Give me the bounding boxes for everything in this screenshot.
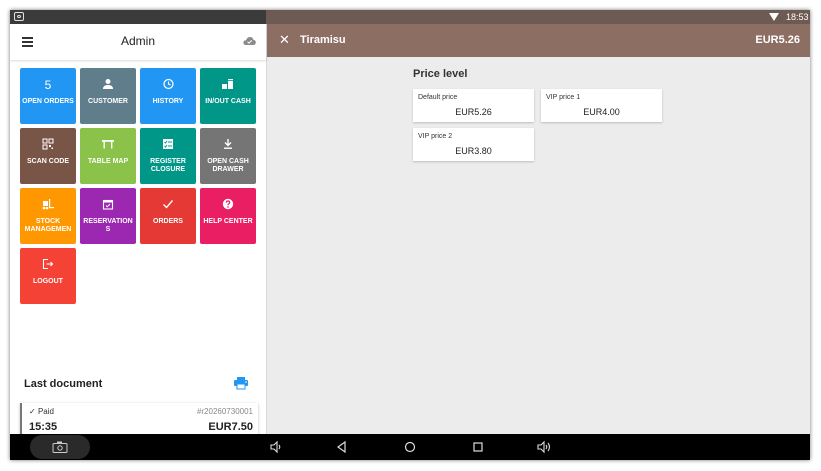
tile-customer[interactable]: CUSTOMER [80,68,136,124]
tile-reservations[interactable]: RESERVATION S [80,188,136,244]
tile-open-orders[interactable]: 5 OPEN ORDERS [20,68,76,124]
qr-code-icon [20,138,76,152]
product-price: EUR5.26 [755,34,800,46]
help-icon [200,198,256,212]
tile-in-out-cash[interactable]: IN/OUT CASH [200,68,256,124]
close-icon[interactable]: ✕ [279,33,290,46]
document-time: 15:35 [29,421,58,433]
person-icon [80,78,136,92]
product-header: ✕ Tiramisu EUR5.26 [267,24,810,57]
product-name: Tiramisu [300,34,346,46]
tile-open-cash-drawer[interactable]: OPEN CASH DRAWER [200,128,256,184]
status-time: 18:53 [786,12,809,22]
device-screen: 18:53 Admin 5 OPEN ORDERS CUSTOMER HISTO… [10,10,810,460]
tile-stock-management[interactable]: STOCK MANAGEMEN [20,188,76,244]
calendar-icon [80,198,136,212]
price-option-vip-1[interactable]: VIP price 1 EUR4.00 [541,89,662,122]
tile-help-center[interactable]: HELP CENTER [200,188,256,244]
document-status: ✓ Paid [29,407,54,416]
download-icon [200,138,256,152]
document-total: EUR7.50 [208,421,253,433]
tile-label: IN/OUT CASH [205,98,251,105]
price-level-heading: Price level [413,68,468,80]
price-option-vip-2[interactable]: VIP price 2 EUR3.80 [413,128,534,161]
left-panel: Admin 5 OPEN ORDERS CUSTOMER HISTORY IN/… [10,24,267,441]
table-icon [80,138,136,152]
volume-down-icon[interactable] [268,439,284,455]
check-icon [140,198,196,212]
tile-table-map[interactable]: TABLE MAP [80,128,136,184]
open-orders-count: 5 [44,78,52,92]
cash-icon [200,78,256,92]
tile-label: TABLE MAP [87,158,129,165]
checklist-icon [140,138,196,152]
app-notification-icon [14,12,24,21]
tile-label: LOGOUT [33,278,63,285]
tile-label: REGISTER CLOSURE [150,158,186,173]
price-option-label: VIP price 2 [418,133,453,140]
tile-label: HISTORY [152,98,184,105]
camera-icon [52,441,68,453]
tile-label: ORDERS [153,218,183,225]
last-document-heading: Last document [24,378,103,390]
price-option-default[interactable]: Default price EUR5.26 [413,89,534,122]
history-icon [140,78,196,92]
price-option-label: Default price [418,94,458,101]
print-icon[interactable] [233,376,249,390]
tile-label: HELP CENTER [203,218,253,225]
status-bar-left [10,10,266,24]
tile-register-closure[interactable]: REGISTER CLOSURE [140,128,196,184]
screenshot-button[interactable] [30,435,90,459]
tile-label: STOCK MANAGEMEN [24,218,72,233]
left-header: Admin [10,24,266,60]
tile-label: RESERVATION S [83,218,133,233]
tile-scan-code[interactable]: SCAN CODE [20,128,76,184]
recent-apps-icon[interactable] [470,439,486,455]
home-icon[interactable] [402,439,418,455]
cloud-sync-icon[interactable] [243,36,256,46]
android-navigation-bar [10,434,810,460]
logout-icon [20,258,76,272]
check-icon: ✓ [29,407,36,416]
tile-orders[interactable]: ORDERS [140,188,196,244]
document-status-text: Paid [37,407,54,416]
price-option-value: EUR3.80 [455,146,492,156]
tile-label: OPEN CASH DRAWER [207,158,249,173]
price-option-value: EUR4.00 [583,107,620,117]
price-option-value: EUR5.26 [455,107,492,117]
status-bar: 18:53 [10,10,810,24]
tile-label: CUSTOMER [88,98,128,105]
price-option-label: VIP price 1 [546,94,581,101]
tile-label: SCAN CODE [26,158,69,165]
volume-up-icon[interactable] [536,439,552,455]
tile-history[interactable]: HISTORY [140,68,196,124]
tile-label: OPEN ORDERS [22,98,74,105]
document-number: #r20260730001 [196,407,253,416]
tile-logout[interactable]: LOGOUT [20,248,76,304]
back-icon[interactable] [334,439,350,455]
wifi-icon [769,13,779,21]
forklift-icon [20,198,76,212]
page-title: Admin [120,34,155,48]
